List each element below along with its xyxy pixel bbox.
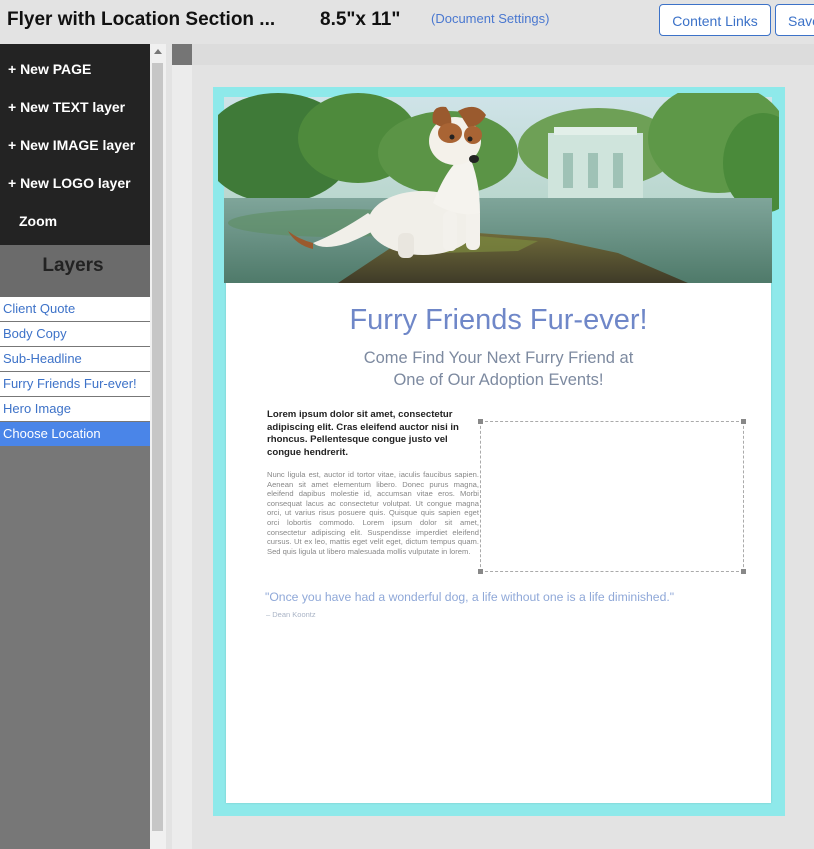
- layer-item-choose-location[interactable]: Choose Location: [0, 422, 150, 446]
- body-copy-text[interactable]: Nunc ligula est, auctor id tortor vitae,…: [267, 470, 479, 556]
- layer-item-headline[interactable]: Furry Friends Fur-ever!: [0, 372, 150, 396]
- resize-handle-bottom-left[interactable]: [478, 569, 483, 574]
- layer-item-sub-headline[interactable]: Sub-Headline: [0, 347, 150, 371]
- resize-handle-bottom-right[interactable]: [741, 569, 746, 574]
- content-links-button[interactable]: Content Links: [659, 4, 771, 36]
- left-ruler: [172, 65, 192, 849]
- layer-list: Client Quote Body Copy Sub-Headline Furr…: [0, 297, 150, 447]
- scroll-up-arrow-icon[interactable]: [154, 49, 162, 54]
- sub-headline-line-2: One of Our Adoption Events!: [393, 371, 604, 389]
- sidebar: + New PAGE + New TEXT layer + New IMAGE …: [0, 44, 150, 849]
- save-button[interactable]: Save: [775, 4, 814, 36]
- client-quote-author: – Dean Koontz: [266, 610, 316, 619]
- document-size: 8.5"x 11": [320, 9, 401, 30]
- resize-handle-top-right[interactable]: [741, 419, 746, 424]
- resize-handle-top-left[interactable]: [478, 419, 483, 424]
- sub-headline-text[interactable]: Come Find Your Next Furry Friend at One …: [226, 347, 771, 391]
- new-text-layer-button[interactable]: + New TEXT layer: [8, 99, 125, 115]
- zoom-button[interactable]: Zoom: [19, 213, 57, 229]
- action-menu: + New PAGE + New TEXT layer + New IMAGE …: [0, 44, 150, 245]
- top-ruler: [192, 44, 814, 65]
- new-logo-layer-button[interactable]: + New LOGO layer: [8, 175, 131, 191]
- layers-title: Layers: [42, 255, 104, 276]
- layer-item-body-copy[interactable]: Body Copy: [0, 322, 150, 346]
- sidebar-scrollbar[interactable]: [150, 44, 166, 849]
- design-canvas: Furry Friends Fur-ever! Come Find Your N…: [172, 44, 814, 849]
- dog-photo-icon: [218, 93, 779, 283]
- ruler-corner: [172, 44, 192, 65]
- new-page-button[interactable]: + New PAGE: [8, 61, 91, 77]
- choose-location-box[interactable]: [478, 419, 746, 574]
- layer-item-client-quote[interactable]: Client Quote: [0, 297, 150, 321]
- layer-item-hero-image[interactable]: Hero Image: [0, 397, 150, 421]
- client-quote-text[interactable]: "Once you have had a wonderful dog, a li…: [265, 590, 674, 604]
- document-title: Flyer with Location Section ...: [7, 9, 276, 30]
- new-image-layer-button[interactable]: + New IMAGE layer: [8, 137, 135, 153]
- headline-text[interactable]: Furry Friends Fur-ever!: [226, 304, 771, 337]
- sub-headline-line-1: Come Find Your Next Furry Friend at: [363, 349, 634, 367]
- top-bar: Flyer with Location Section ... 8.5"x 11…: [0, 0, 814, 44]
- body-copy-lead[interactable]: Lorem ipsum dolor sit amet, consectetur …: [267, 409, 467, 459]
- document-settings-link[interactable]: (Document Settings): [431, 11, 550, 26]
- scrollbar-thumb[interactable]: [152, 63, 163, 831]
- hero-image[interactable]: [218, 93, 779, 283]
